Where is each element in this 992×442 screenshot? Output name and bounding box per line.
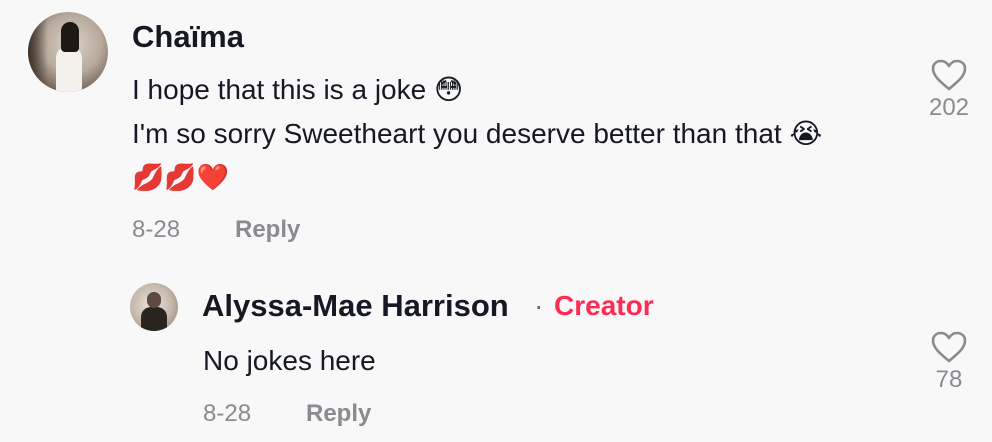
creator-badge: Creator [554, 290, 654, 321]
comment-text-line-3: 💋💋❤️ [132, 162, 230, 192]
reply-like-count: 78 [935, 366, 963, 393]
reply-reply-button[interactable]: Reply [306, 402, 371, 426]
comment-username[interactable]: Chaïma [132, 21, 244, 52]
reply-text: No jokes here [203, 345, 376, 376]
reply-button[interactable]: Reply [235, 218, 300, 242]
heart-outline-icon [931, 59, 967, 91]
comment-text-line-2: I'm so sorry Sweetheart you deserve bett… [132, 118, 823, 149]
like-button[interactable]: 202 [921, 58, 977, 120]
comment-date: 8-28 [132, 216, 181, 243]
reply-avatar-figure-head [147, 292, 161, 308]
reply-avatar-figure-body [141, 307, 167, 331]
like-count: 202 [928, 94, 970, 121]
heart-outline-icon [931, 331, 967, 363]
avatar-shade [28, 12, 48, 92]
avatar-figure-body [56, 46, 82, 92]
avatar-figure-hair [61, 22, 79, 52]
separator-dot: · [534, 290, 544, 321]
reply-like-button[interactable]: 78 [921, 330, 977, 392]
avatar[interactable] [28, 12, 108, 92]
reply-date: 8-28 [203, 400, 252, 427]
reply-avatar[interactable] [130, 283, 178, 331]
comment-text-line-1: I hope that this is a joke 😳 [132, 74, 464, 105]
reply-username[interactable]: Alyssa-Mae Harrison [202, 290, 509, 321]
